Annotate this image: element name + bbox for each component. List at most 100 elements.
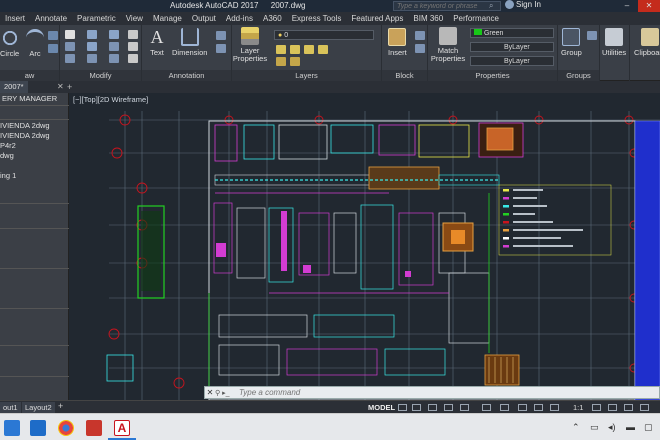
explode-icon[interactable] <box>128 42 138 51</box>
help-search-input[interactable] <box>397 2 489 10</box>
close-tab-icon[interactable]: ✕ <box>57 81 64 93</box>
mail-icon[interactable] <box>30 420 46 436</box>
list-item[interactable]: IVIENDA 2dwg <box>0 121 69 131</box>
stretch-icon[interactable] <box>87 54 97 63</box>
table-icon[interactable] <box>216 44 226 53</box>
app-icon[interactable] <box>86 420 102 436</box>
search-icon[interactable]: ⌕ <box>489 1 499 11</box>
tab-a360[interactable]: A360 <box>258 12 287 25</box>
transparency-icon[interactable] <box>518 404 527 411</box>
move-icon[interactable] <box>65 30 75 39</box>
isodraft-icon[interactable] <box>460 404 469 411</box>
drawing-svg[interactable] <box>69 93 660 400</box>
tab-bim360[interactable]: BIM 360 <box>408 12 448 25</box>
annotation-scale-icon[interactable] <box>534 404 543 411</box>
lineweight-dropdown[interactable]: ByLayer <box>470 56 554 66</box>
layer-freeze-icon[interactable] <box>290 45 300 54</box>
layer-isolate-icon[interactable] <box>276 45 286 54</box>
insert-button[interactable]: Insert <box>388 28 407 57</box>
layer-off-icon[interactable] <box>276 57 286 66</box>
tab-manage[interactable]: Manage <box>148 12 187 25</box>
list-item[interactable]: dwg <box>0 151 69 161</box>
new-tab-icon[interactable]: + <box>67 81 72 93</box>
customization-icon[interactable] <box>640 404 649 411</box>
tab-addins[interactable]: Add-ins <box>221 12 258 25</box>
layer-lock-icon[interactable] <box>304 45 314 54</box>
snap-mode-icon[interactable] <box>412 404 421 411</box>
object-snap-icon[interactable] <box>482 404 491 411</box>
network-icon[interactable]: ▭ <box>590 422 599 433</box>
offset-icon[interactable] <box>128 54 138 63</box>
tab-performance[interactable]: Performance <box>448 12 504 25</box>
task-view-icon[interactable] <box>4 420 20 436</box>
command-options-icon[interactable]: ⚲ ▸_ <box>215 389 239 397</box>
arc-button[interactable]: Arc <box>26 29 44 58</box>
list-item[interactable]: IVIENDA 2dwg <box>0 131 69 141</box>
fillet-icon[interactable] <box>109 30 119 39</box>
mirror-icon[interactable] <box>87 42 97 51</box>
tab-annotate[interactable]: Annotate <box>30 12 72 25</box>
drawing-canvas[interactable]: [−][Top][2D Wireframe] <box>69 93 660 400</box>
close-command-icon[interactable]: ✕ <box>205 388 215 397</box>
properties-panel-label[interactable]: Properties <box>428 70 557 81</box>
draw-panel-label[interactable]: aw <box>0 70 59 81</box>
viewport-controls[interactable]: [−][Top][2D Wireframe] <box>73 95 148 104</box>
help-search[interactable]: ⌕ <box>393 1 501 11</box>
leader-icon[interactable] <box>216 31 226 40</box>
plus-icon[interactable] <box>608 404 617 411</box>
copy-icon[interactable] <box>65 54 75 63</box>
layer-current-icon[interactable] <box>290 57 300 66</box>
layer-properties-button[interactable]: Layer Properties <box>233 27 267 63</box>
trim-icon[interactable] <box>87 30 97 39</box>
add-layout-icon[interactable]: + <box>58 401 63 411</box>
linetype-dropdown[interactable]: ByLayer <box>470 42 554 52</box>
edit-block-icon[interactable] <box>415 44 425 53</box>
list-item[interactable] <box>0 161 69 171</box>
rectangle-icon[interactable] <box>48 44 58 53</box>
list-item[interactable]: ing 1 <box>0 171 69 181</box>
block-panel-label[interactable]: Block <box>382 70 427 81</box>
tab-express-tools[interactable]: Express Tools <box>287 12 347 25</box>
create-block-icon[interactable] <box>415 31 425 40</box>
match-properties-button[interactable]: Match Properties <box>430 27 466 63</box>
model-space-toggle[interactable]: MODEL <box>368 402 395 413</box>
layers-panel-label[interactable]: Layers <box>232 70 381 81</box>
modify-panel-label[interactable]: Modify <box>60 70 141 81</box>
dimension-button[interactable]: Dimension <box>172 28 207 57</box>
scale-icon[interactable] <box>109 42 119 51</box>
text-button[interactable]: A Text <box>148 28 166 57</box>
hatch-icon[interactable] <box>48 31 58 40</box>
grid-display-icon[interactable] <box>398 404 407 411</box>
groups-panel-label[interactable]: Groups <box>558 70 599 81</box>
group-button[interactable]: Group <box>561 28 582 57</box>
layout-tab-2[interactable]: Layout2 <box>22 402 55 413</box>
document-tab[interactable]: 2007* <box>0 81 28 93</box>
color-dropdown[interactable]: Green <box>470 28 554 38</box>
chrome-icon[interactable] <box>58 420 74 436</box>
annotation-panel-label[interactable]: Annotation <box>142 70 231 81</box>
tab-output[interactable]: Output <box>187 12 221 25</box>
notifications-icon[interactable]: ▢ <box>644 422 653 433</box>
minimize-icon[interactable]: – <box>616 0 638 12</box>
tab-featured-apps[interactable]: Featured Apps <box>346 12 408 25</box>
tray-up-icon[interactable]: ⌃ <box>572 422 580 433</box>
command-input[interactable] <box>239 388 619 397</box>
ortho-mode-icon[interactable] <box>428 404 437 411</box>
clipboard-button[interactable]: Clipboard <box>634 28 660 57</box>
rotate-icon[interactable] <box>65 42 75 51</box>
battery-icon[interactable]: ▬ <box>626 422 635 432</box>
isolate-objects-icon[interactable] <box>624 404 633 411</box>
layer-dropdown[interactable]: ● 0 <box>274 30 374 40</box>
layer-match-icon[interactable] <box>318 45 328 54</box>
autocad-icon[interactable]: A <box>114 420 130 436</box>
annotation-scale[interactable]: 1:1 <box>573 402 583 413</box>
polar-tracking-icon[interactable] <box>444 404 453 411</box>
volume-icon[interactable]: ◂) <box>608 422 616 433</box>
list-item[interactable]: P4r2 <box>0 141 69 151</box>
workspace-icon[interactable] <box>550 404 559 411</box>
array-icon[interactable] <box>109 54 119 63</box>
circle-button[interactable]: Circle <box>0 29 19 58</box>
erase-icon[interactable] <box>128 30 138 39</box>
layout-tab-1[interactable]: out1 <box>0 402 21 413</box>
tab-insert[interactable]: Insert <box>0 12 30 25</box>
